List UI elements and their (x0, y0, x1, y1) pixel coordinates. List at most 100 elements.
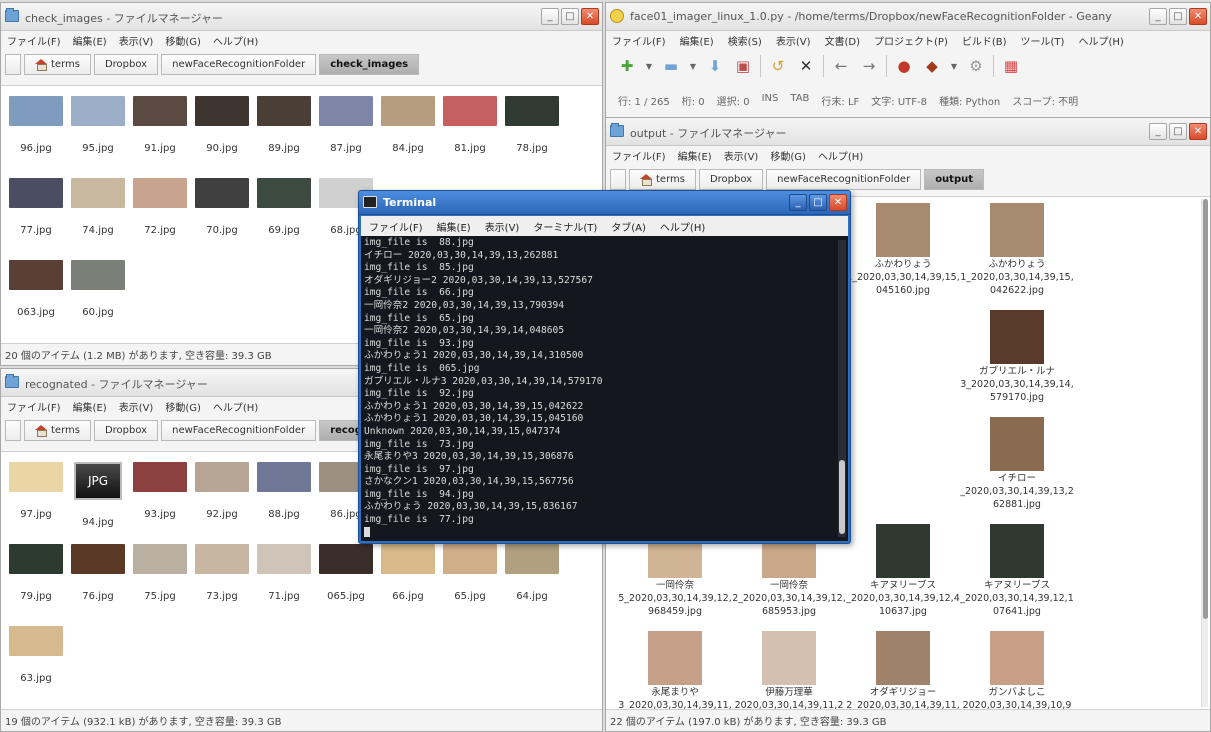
file-item[interactable]: JPG 94.jpg (67, 460, 129, 542)
menu-tabs[interactable]: タブ(A) (611, 219, 646, 234)
file-item[interactable]: ガブリエル・ルナ 3_2020,03,30,14,39,14, 579170.j… (960, 310, 1074, 417)
file-item[interactable]: 70.jpg (191, 176, 253, 258)
menu-search[interactable]: 検索(S) (728, 33, 762, 48)
file-item[interactable]: 73.jpg (191, 542, 253, 624)
check-images-titlebar[interactable]: check_images - ファイルマネージャー _ □ ✕ (1, 3, 602, 31)
menu-help[interactable]: ヘルプ(H) (213, 33, 258, 48)
menu-help[interactable]: ヘルプ(H) (213, 399, 258, 414)
file-item[interactable]: 95.jpg (67, 94, 129, 176)
file-item[interactable]: 88.jpg (253, 460, 315, 542)
new-file-icon[interactable]: ✚ (616, 55, 638, 77)
menu-tools[interactable]: ツール(T) (1021, 33, 1065, 48)
chevron-down-icon[interactable]: ▼ (949, 55, 959, 77)
run-gear-icon[interactable]: ⚙ (965, 55, 987, 77)
file-item[interactable]: キアヌリーブス _2020,03,30,14,39,12,1 07641.jpg (960, 524, 1074, 631)
file-item[interactable]: 64.jpg (501, 542, 563, 624)
breadcrumb-dropbox[interactable]: Dropbox (93, 419, 159, 441)
breadcrumb-folder[interactable]: newFaceRecognitionFolder (161, 53, 317, 75)
minimize-button[interactable]: _ (1149, 8, 1167, 25)
file-item[interactable]: 72.jpg (129, 176, 191, 258)
menu-view[interactable]: 表示(V) (724, 148, 759, 163)
file-item[interactable]: ガンバよしこ 2020,03,30,14,39,10,9 (960, 631, 1074, 709)
breadcrumb-folder[interactable]: newFaceRecognitionFolder (766, 168, 922, 190)
breadcrumb-dropbox[interactable]: Dropbox (93, 53, 159, 75)
scrollbar-thumb[interactable] (839, 460, 845, 534)
file-item[interactable]: 96.jpg (5, 94, 67, 176)
file-item[interactable]: 91.jpg (129, 94, 191, 176)
breadcrumb-dropbox[interactable]: Dropbox (698, 168, 764, 190)
menu-file[interactable]: ファイル(F) (7, 399, 61, 414)
menu-help[interactable]: ヘルプ(H) (660, 219, 705, 234)
maximize-button[interactable]: □ (561, 8, 579, 25)
menu-go[interactable]: 移動(G) (165, 33, 201, 48)
file-item[interactable]: 60.jpg (67, 258, 129, 340)
chevron-down-icon[interactable]: ▼ (688, 55, 698, 77)
file-item[interactable]: 69.jpg (253, 176, 315, 258)
file-item[interactable]: 87.jpg (315, 94, 377, 176)
open-folder-icon[interactable]: ▬ (660, 55, 682, 77)
breadcrumb-terms[interactable]: terms (629, 168, 696, 190)
close-button[interactable]: ✕ (829, 194, 847, 211)
file-item[interactable]: 伊藤万理華 2020,03,30,14,39,11,2 (732, 631, 846, 709)
breadcrumb-back[interactable] (5, 419, 21, 441)
maximize-button[interactable]: □ (1169, 8, 1187, 25)
terminal-output[interactable]: img_file is 88.jpg イチロー 2020,03,30,14,39,… (361, 236, 848, 541)
breadcrumb-terms[interactable]: terms (24, 419, 91, 441)
maximize-button[interactable]: □ (1169, 123, 1187, 140)
save-icon[interactable]: ⬇ (704, 55, 726, 77)
breadcrumb-terms[interactable]: terms (24, 53, 91, 75)
file-item[interactable]: 065.jpg (315, 542, 377, 624)
menu-view[interactable]: 表示(V) (485, 219, 520, 234)
menu-go[interactable]: 移動(G) (770, 148, 806, 163)
geany-titlebar[interactable]: face01_imager_linux_1.0.py - /home/terms… (606, 3, 1210, 31)
file-item[interactable]: 63.jpg (5, 624, 67, 706)
menu-edit[interactable]: 編集(E) (680, 33, 714, 48)
revert-icon[interactable]: ↺ (767, 55, 789, 77)
file-item[interactable]: 75.jpg (129, 542, 191, 624)
menu-edit[interactable]: 編集(E) (73, 33, 107, 48)
menu-build[interactable]: ビルド(B) (962, 33, 1007, 48)
file-item[interactable]: 97.jpg (5, 460, 67, 542)
file-item[interactable]: 77.jpg (5, 176, 67, 258)
color-chooser-icon[interactable]: ▦ (1000, 55, 1022, 77)
terminal-titlebar[interactable]: Terminal _ □ ✕ (359, 191, 850, 215)
breadcrumb-current[interactable]: output (924, 168, 985, 190)
minimize-button[interactable]: _ (1149, 123, 1167, 140)
vertical-scrollbar[interactable] (1201, 199, 1208, 707)
terminal-scrollbar[interactable] (838, 240, 846, 537)
maximize-button[interactable]: □ (809, 194, 827, 211)
output-titlebar[interactable]: output - ファイルマネージャー _ □ ✕ (606, 118, 1210, 146)
save-all-icon[interactable]: ▣ (732, 55, 754, 77)
scrollbar-thumb[interactable] (1203, 199, 1208, 619)
file-item[interactable]: キアヌリーブス _2020,03,30,14,39,12,4 10637.jpg (846, 524, 960, 631)
file-item[interactable]: 79.jpg (5, 542, 67, 624)
compile-icon[interactable]: ● (893, 55, 915, 77)
file-item[interactable]: 71.jpg (253, 542, 315, 624)
menu-view[interactable]: 表示(V) (119, 33, 154, 48)
file-item[interactable]: 92.jpg (191, 460, 253, 542)
menu-go[interactable]: 移動(G) (165, 399, 201, 414)
close-file-icon[interactable]: ✕ (795, 55, 817, 77)
close-button[interactable]: ✕ (1189, 8, 1207, 25)
file-item[interactable]: 78.jpg (501, 94, 563, 176)
file-item[interactable]: 81.jpg (439, 94, 501, 176)
file-item[interactable]: 93.jpg (129, 460, 191, 542)
menu-project[interactable]: プロジェクト(P) (874, 33, 948, 48)
menu-terminal[interactable]: ターミナル(T) (533, 219, 597, 234)
file-item[interactable]: 90.jpg (191, 94, 253, 176)
file-item[interactable]: ふかわりょう 1_2020,03,30,14,39,15, 045160.jpg (846, 203, 960, 310)
minimize-button[interactable]: _ (789, 194, 807, 211)
close-button[interactable]: ✕ (1189, 123, 1207, 140)
file-item[interactable]: イチロー _2020,03,30,14,39,13,2 62881.jpg (960, 417, 1074, 524)
file-item[interactable]: 76.jpg (67, 542, 129, 624)
forward-arrow-icon[interactable]: → (858, 55, 880, 77)
breadcrumb-back[interactable] (610, 168, 626, 190)
chevron-down-icon[interactable]: ▼ (644, 55, 654, 77)
file-item[interactable]: 063.jpg (5, 258, 67, 340)
minimize-button[interactable]: _ (541, 8, 559, 25)
menu-file[interactable]: ファイル(F) (612, 33, 666, 48)
breadcrumb-back[interactable] (5, 53, 21, 75)
menu-file[interactable]: ファイル(F) (612, 148, 666, 163)
menu-edit[interactable]: 編集(E) (437, 219, 471, 234)
menu-view[interactable]: 表示(V) (776, 33, 811, 48)
